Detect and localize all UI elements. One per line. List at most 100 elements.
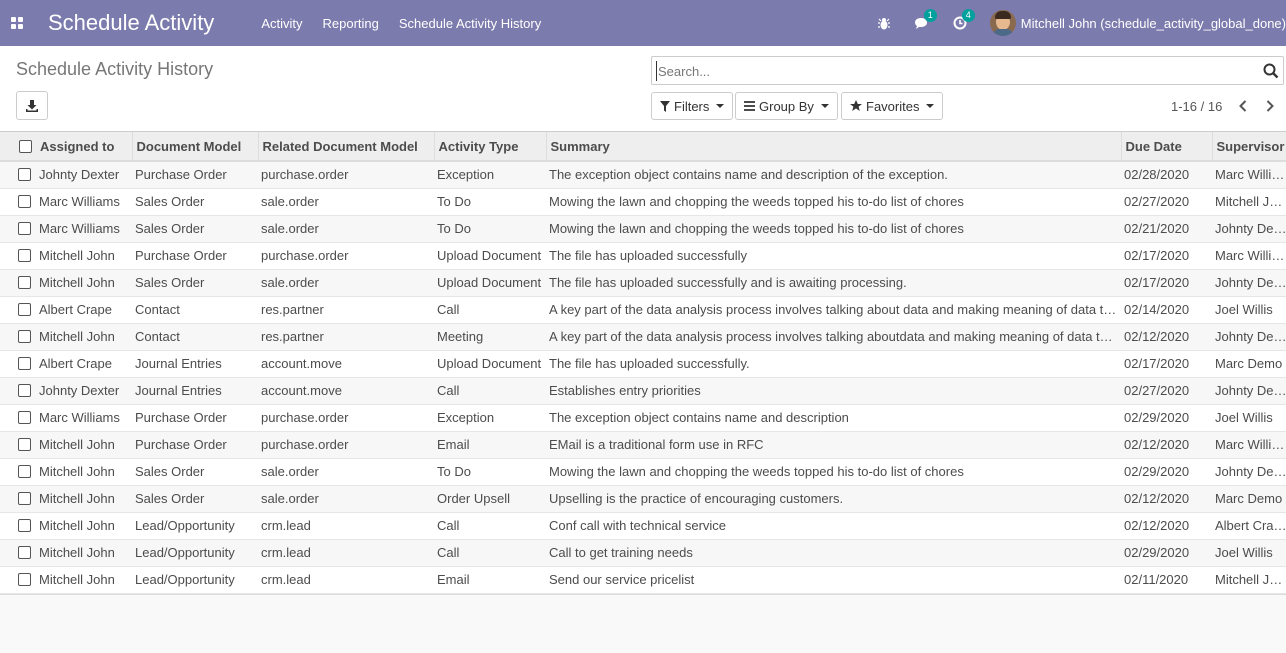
row-select-cell: [0, 323, 36, 350]
cell-due-date: 02/17/2020: [1124, 356, 1190, 371]
table-row[interactable]: Johnty Dexter Purchase Order purchase.orde…: [0, 161, 1286, 188]
table-row[interactable]: Mitchell John Sales Order sale.order Order …: [0, 485, 1286, 512]
table-row[interactable]: Marc Williams Purchase Order purchase.orde…: [0, 404, 1286, 431]
cell-assigned-to: Mitchell John: [39, 275, 115, 290]
row-checkbox[interactable]: [18, 438, 31, 451]
column-header-related-document-model[interactable]: Related Document Model: [258, 132, 435, 162]
cell-supervisor: Johnty Dexter: [1215, 275, 1286, 290]
row-select-cell: [0, 431, 36, 458]
table-row[interactable]: Albert Crape Journal Entries account.move U…: [0, 350, 1286, 377]
cell-assigned-to: Mitchell John: [39, 437, 115, 452]
table-row[interactable]: Marc Williams Sales Order sale.order To Do M…: [0, 188, 1286, 215]
row-select-cell: [0, 404, 36, 431]
column-header-activity-type[interactable]: Activity Type: [434, 132, 547, 162]
table-row[interactable]: Johnty Dexter Journal Entries account.move…: [0, 377, 1286, 404]
row-checkbox[interactable]: [18, 357, 31, 370]
row-checkbox[interactable]: [18, 492, 31, 505]
table-row[interactable]: Mitchell John Contact res.partner Meeting A …: [0, 323, 1286, 350]
cell-related-document-model: sale.order: [261, 221, 319, 236]
pager-value[interactable]: 1-16 / 16: [1171, 99, 1222, 114]
select-all-cell: [0, 132, 36, 162]
activities-clock-icon[interactable]: 4: [952, 9, 975, 31]
column-header-document-model[interactable]: Document Model: [132, 132, 259, 162]
table-row[interactable]: Albert Crape Contact res.partner Call A key …: [0, 296, 1286, 323]
menu-activity[interactable]: Activity: [261, 16, 302, 31]
user-menu-name[interactable]: Mitchell John (schedule_activity_global_…: [1021, 16, 1286, 31]
cell-document-model: Lead/Opportunity: [135, 572, 235, 587]
cell-supervisor: Johnty Dexter: [1215, 464, 1286, 479]
pager-previous-button[interactable]: [1236, 98, 1250, 114]
row-checkbox[interactable]: [18, 276, 31, 289]
cell-document-model: Purchase Order: [135, 248, 227, 263]
filters-dropdown-button[interactable]: Filters: [651, 92, 734, 120]
table-row[interactable]: Marc Williams Sales Order sale.order To Do M…: [0, 215, 1286, 242]
messages-chat-icon[interactable]: 1: [914, 9, 937, 31]
row-select-cell: [0, 350, 36, 377]
table-row[interactable]: Mitchell John Lead/Opportunity crm.lead Cal…: [0, 539, 1286, 566]
user-avatar[interactable]: [989, 10, 1016, 36]
table-row[interactable]: Mitchell John Sales Order sale.order To Do M…: [0, 458, 1286, 485]
search-bar: [651, 56, 1284, 85]
cell-related-document-model: sale.order: [261, 464, 319, 479]
cell-activity-type: Call: [437, 545, 460, 560]
row-checkbox[interactable]: [18, 303, 31, 316]
cell-assigned-to: Mitchell John: [39, 329, 115, 344]
row-checkbox[interactable]: [18, 384, 31, 397]
export-download-button[interactable]: [16, 91, 48, 120]
cell-assigned-to: Mitchell John: [39, 572, 115, 587]
row-select-cell: [0, 566, 36, 593]
cell-related-document-model: crm.lead: [261, 518, 311, 533]
row-checkbox[interactable]: [18, 222, 31, 235]
row-checkbox[interactable]: [18, 573, 31, 586]
table-row[interactable]: Mitchell John Lead/Opportunity crm.lead Ema…: [0, 566, 1286, 593]
row-checkbox[interactable]: [18, 168, 31, 182]
table-row[interactable]: Mitchell John Sales Order sale.order Upload…: [0, 269, 1286, 296]
row-checkbox[interactable]: [18, 546, 31, 559]
cell-document-model: Sales Order: [135, 221, 205, 236]
row-checkbox[interactable]: [18, 195, 31, 208]
row-checkbox[interactable]: [18, 411, 31, 424]
cell-assigned-to: Albert Crape: [39, 302, 112, 317]
debug-bug-icon[interactable]: [876, 15, 892, 31]
cell-summary: Mowing the lawn and chopping the weeds t…: [549, 194, 964, 209]
cell-document-model: Sales Order: [135, 491, 205, 506]
cell-due-date: 02/27/2020: [1124, 194, 1190, 209]
cell-activity-type: Upload Document: [437, 248, 542, 263]
column-header-summary[interactable]: Summary: [546, 132, 1122, 162]
cell-summary: The exception object contains name and d…: [549, 167, 948, 183]
row-select-cell: [0, 188, 36, 215]
group-by-label: Group By: [759, 98, 814, 114]
row-checkbox[interactable]: [18, 330, 31, 343]
table-row[interactable]: Mitchell John Lead/Opportunity crm.lead Cal…: [0, 512, 1286, 539]
menu-schedule-activity-history[interactable]: Schedule Activity History: [399, 16, 541, 31]
app-title[interactable]: Schedule Activity: [48, 10, 214, 36]
column-header-assigned-to[interactable]: Assigned to: [36, 132, 133, 162]
cell-assigned-to: Albert Crape: [39, 356, 112, 371]
cell-activity-type: Call: [437, 383, 460, 398]
select-all-checkbox[interactable]: [19, 139, 32, 153]
menu-reporting[interactable]: Reporting: [322, 16, 378, 31]
search-input[interactable]: [656, 61, 1246, 81]
row-select-cell: [0, 296, 36, 323]
row-checkbox[interactable]: [18, 465, 31, 478]
pager-next-button[interactable]: [1263, 98, 1277, 114]
favorites-dropdown-button[interactable]: Favorites: [841, 92, 944, 120]
download-icon: [26, 99, 38, 112]
group-by-dropdown-button[interactable]: Group By: [735, 92, 838, 120]
column-header-due-date[interactable]: Due Date: [1121, 132, 1213, 162]
row-checkbox[interactable]: [18, 519, 31, 532]
cell-supervisor: Joel Willis: [1215, 545, 1273, 560]
filter-funnel-icon: [660, 100, 670, 112]
table-row[interactable]: Mitchell John Purchase Order purchase.orde…: [0, 242, 1286, 269]
row-checkbox[interactable]: [18, 249, 31, 262]
apps-menu-button[interactable]: [0, 0, 33, 46]
column-header-supervisor[interactable]: Supervisor: [1212, 132, 1286, 162]
search-icon[interactable]: [1263, 63, 1279, 79]
cell-document-model: Contact: [135, 302, 180, 317]
cell-summary: Mowing the lawn and chopping the weeds t…: [549, 464, 964, 479]
cell-related-document-model: res.partner: [261, 329, 324, 344]
cell-due-date: 02/29/2020: [1124, 410, 1190, 425]
table-row[interactable]: Mitchell John Purchase Order purchase.orde…: [0, 431, 1286, 458]
table-header-row: Assigned to Document Model Related Docum…: [0, 132, 1286, 162]
cell-summary: The exception object contains name and d…: [549, 410, 849, 425]
